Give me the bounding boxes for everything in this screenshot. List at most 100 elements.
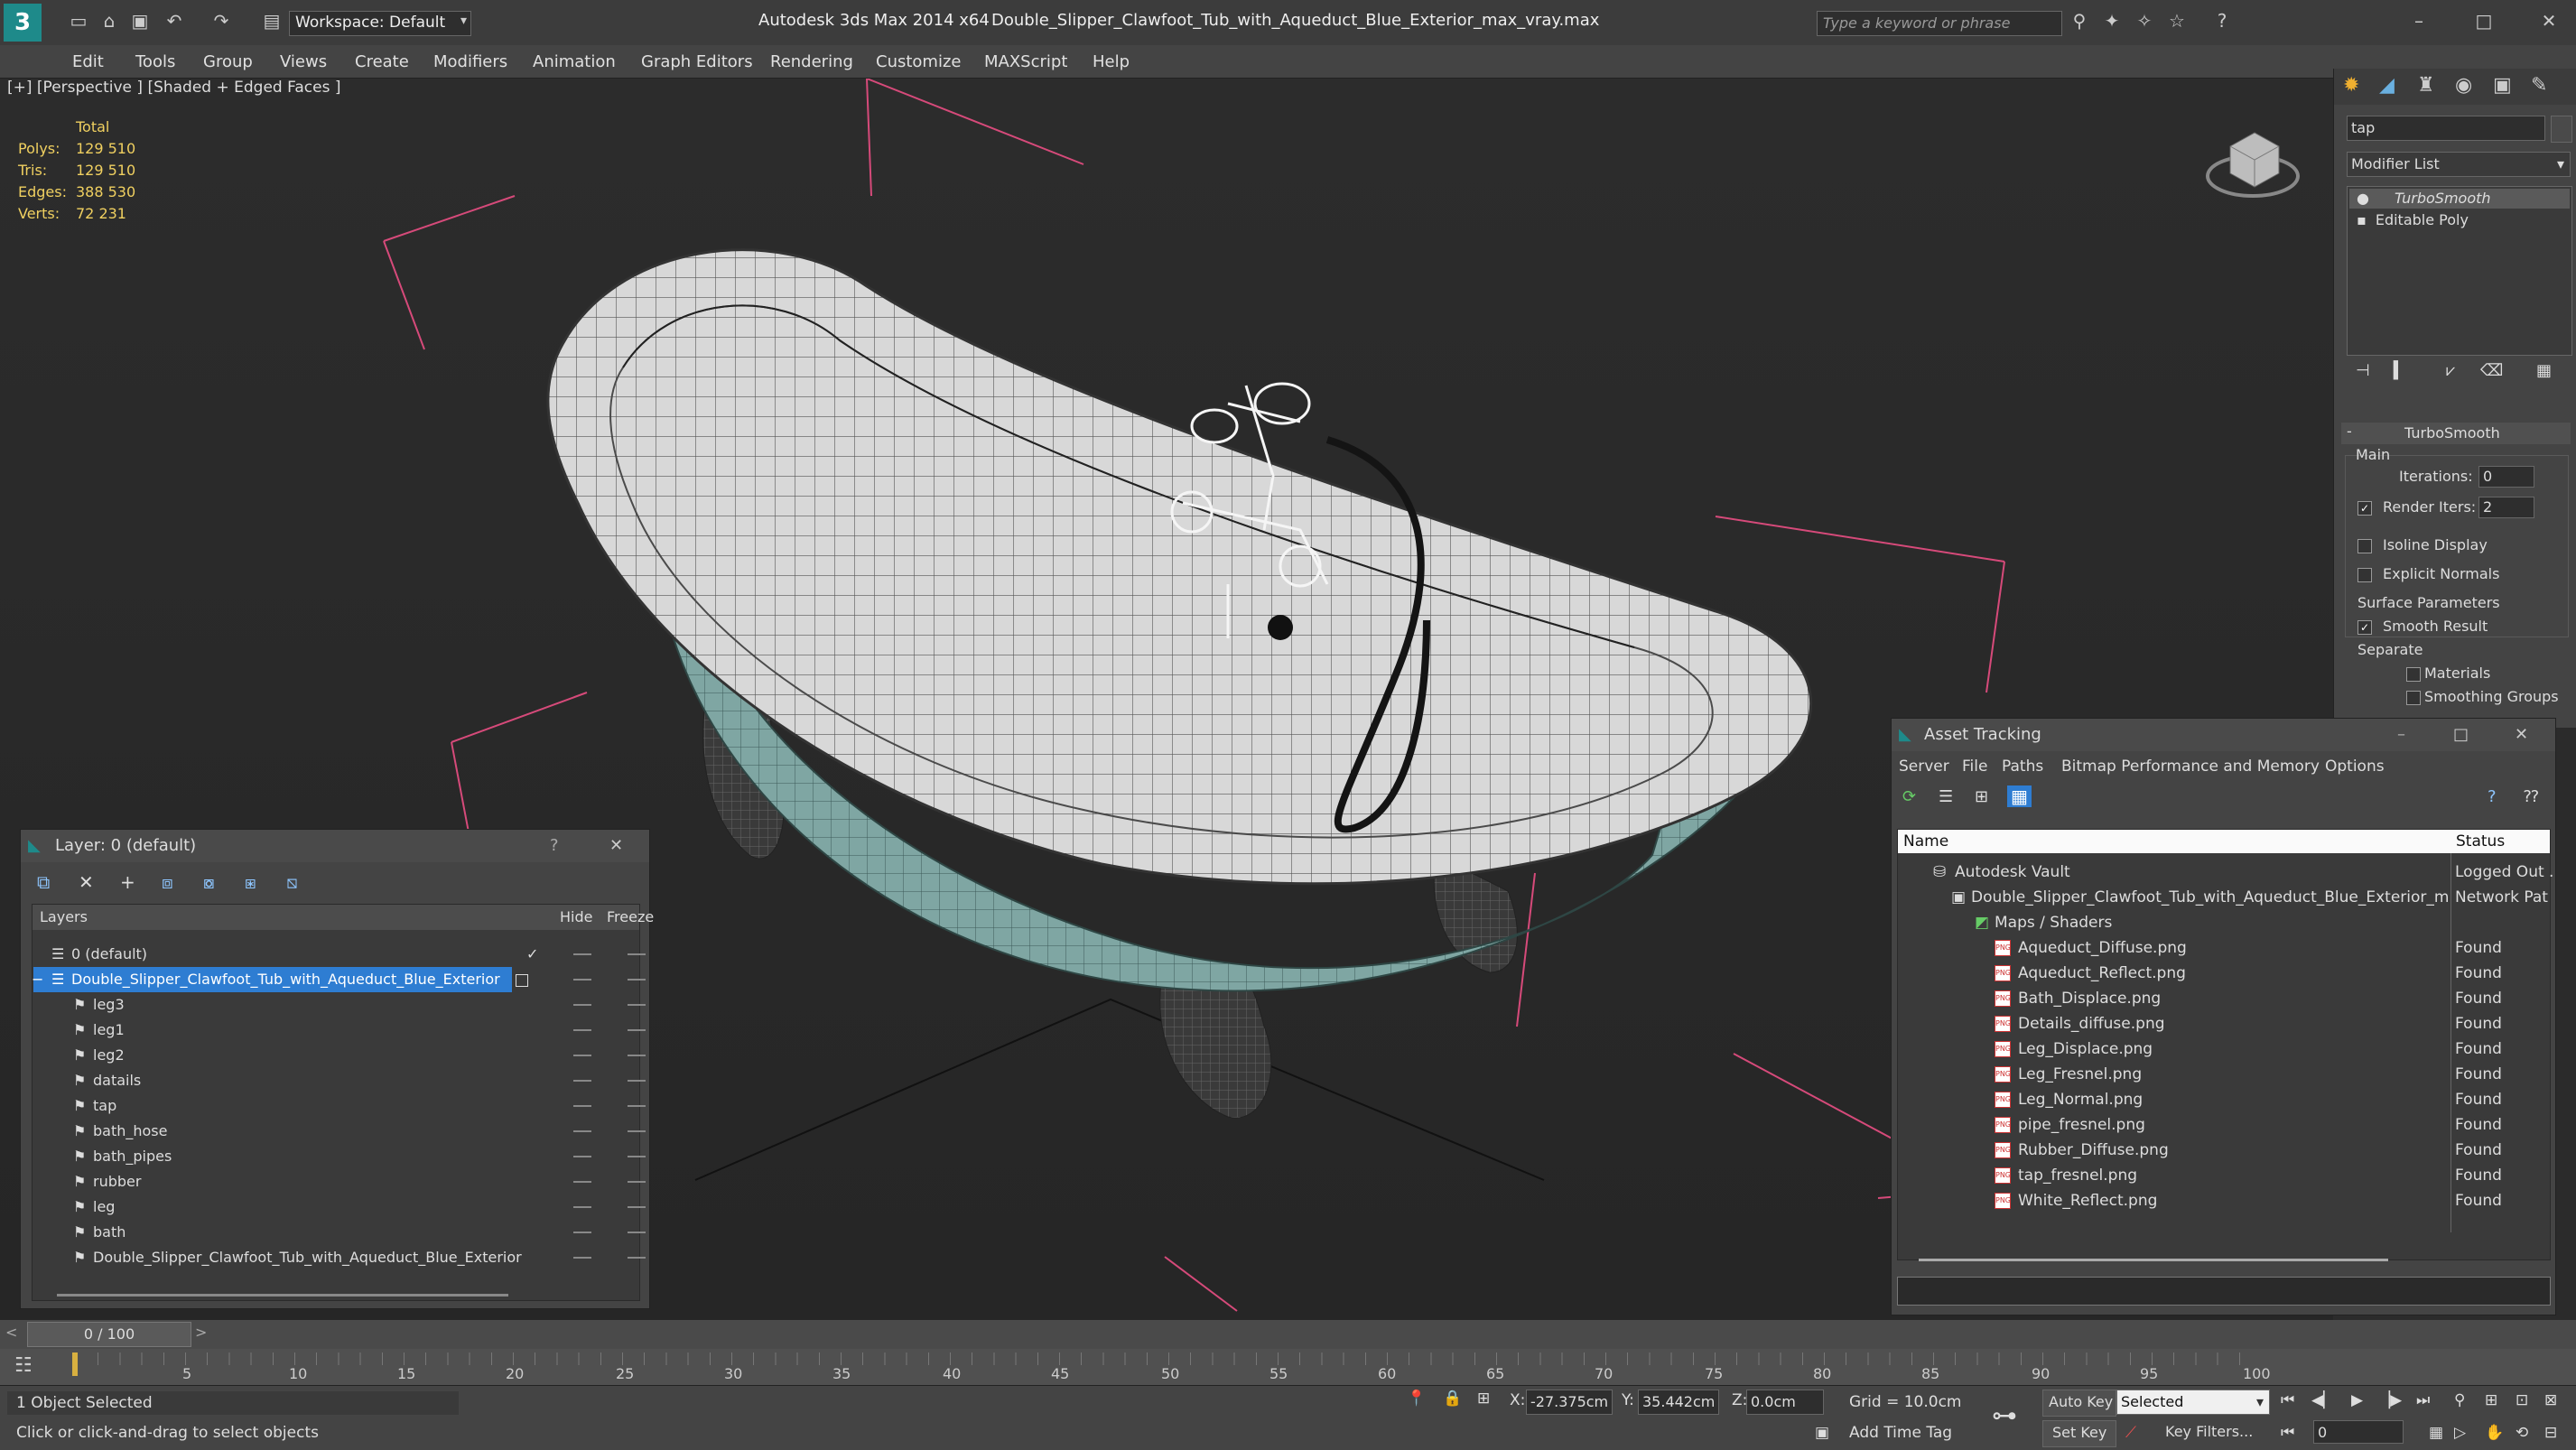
help-icon[interactable]: ?	[2210, 9, 2234, 33]
selection-lock-icon[interactable]: 🔒	[1443, 1390, 1462, 1408]
object-row[interactable]: ⚑ rubber	[32, 1169, 646, 1194]
asset-row-map[interactable]: PNG Leg_Fresnel.png Found	[1897, 1062, 2549, 1087]
layer-dialog-titlebar[interactable]: ◣ Layer: 0 (default) ? ✕	[21, 830, 649, 862]
motion-tab-icon[interactable]: ◉	[2455, 74, 2472, 97]
menu-views[interactable]: Views	[280, 52, 327, 71]
auto-key-button[interactable]: Auto Key	[2042, 1390, 2116, 1417]
go-to-end-icon[interactable]: ⏭	[2416, 1391, 2430, 1409]
menu-edit[interactable]: Edit	[72, 52, 104, 71]
asset-row-map[interactable]: PNG Leg_Normal.png Found	[1897, 1087, 2549, 1112]
freeze-toggle[interactable]	[628, 979, 646, 981]
search-input[interactable]: Type a keyword or phrase	[1817, 11, 2062, 36]
table-view-icon[interactable]: ▦	[2007, 785, 2032, 807]
curve-editor-icon[interactable]: ☷	[14, 1354, 33, 1377]
render-iters-checkbox[interactable]: ✓	[2357, 498, 2379, 516]
time-slider-next-icon[interactable]: >	[195, 1324, 207, 1341]
key-mode-icon[interactable]: ⏮	[2281, 1424, 2294, 1442]
isolate-selection-icon[interactable]: 📍	[1407, 1390, 1426, 1408]
binoculars-icon[interactable]: ⚲	[2068, 9, 2091, 33]
object-row[interactable]: ⚑ bath	[32, 1220, 646, 1245]
iterations-spinner[interactable]: 0	[2478, 466, 2534, 488]
asset-row-map[interactable]: PNG Leg_Displace.png Found	[1897, 1036, 2549, 1062]
redo-icon[interactable]: ↷	[209, 9, 233, 33]
configure-sets-icon[interactable]: ▦	[2536, 361, 2552, 380]
create-layer-icon[interactable]: ⧉	[37, 871, 50, 893]
hide-toggle[interactable]	[573, 1004, 591, 1006]
menu-bitmap-performance[interactable]: Bitmap Performance and Memory	[2061, 753, 2320, 780]
object-name-field[interactable]: tap	[2347, 116, 2545, 141]
maximize-icon[interactable]: □	[2472, 9, 2496, 33]
show-end-result-icon[interactable]: ▍	[2394, 361, 2406, 380]
add-to-layer-icon[interactable]: +	[120, 871, 135, 893]
close-icon[interactable]: ✕	[2537, 9, 2561, 33]
freeze-toggle[interactable]	[628, 1055, 646, 1056]
object-row[interactable]: ⚑ leg1	[32, 1018, 646, 1043]
x-coordinate-field[interactable]: -27.375cm	[1526, 1390, 1613, 1415]
hide-toggle[interactable]	[573, 953, 591, 955]
zoom-extents-all-icon[interactable]: ⊠	[2544, 1391, 2557, 1409]
hide-toggle[interactable]	[573, 1105, 591, 1107]
asset-row-map[interactable]: PNG pipe_fresnel.png Found	[1897, 1112, 2549, 1138]
hide-toggle[interactable]	[573, 1257, 591, 1259]
current-frame-field[interactable]: 0	[2313, 1420, 2404, 1444]
object-row[interactable]: ⚑ leg	[32, 1194, 646, 1220]
col-layers-header[interactable]: Layers	[40, 905, 88, 930]
menu-options[interactable]: Options	[2325, 753, 2385, 780]
orbit-icon[interactable]: ⟲	[2516, 1424, 2528, 1442]
hide-all-icon[interactable]: ⧆	[245, 871, 256, 893]
default-tangent-icon[interactable]: ⟋	[2125, 1424, 2136, 1442]
object-row[interactable]: ⚑ datails	[32, 1068, 646, 1093]
key-selection-dropdown[interactable]: Selected ▾	[2116, 1390, 2270, 1415]
hide-toggle[interactable]	[573, 1206, 591, 1208]
hide-toggle[interactable]	[573, 1232, 591, 1233]
set-key-icon[interactable]: ⊶	[1992, 1400, 2017, 1430]
asset-row-map[interactable]: PNG White_Reflect.png Found	[1897, 1188, 2549, 1213]
freeze-toggle[interactable]	[628, 953, 646, 955]
project-folder-icon[interactable]: ▤	[260, 9, 284, 33]
col-hide-header[interactable]: Hide	[560, 905, 592, 930]
asset-row-map[interactable]: PNG tap_fresnel.png Found	[1897, 1163, 2549, 1188]
workspace-dropdown[interactable]: Workspace: Default ▾	[289, 11, 471, 36]
menu-animation[interactable]: Animation	[533, 52, 616, 71]
freeze-toggle[interactable]	[628, 1004, 646, 1006]
freeze-toggle[interactable]	[628, 1206, 646, 1208]
hierarchy-tab-icon[interactable]: ♜	[2417, 74, 2435, 97]
freeze-toggle[interactable]	[628, 1105, 646, 1107]
active-layer-check-icon[interactable]: ✓	[526, 942, 538, 967]
expand-icon[interactable]: ▪	[2357, 211, 2367, 228]
minimize-icon[interactable]: –	[2397, 719, 2405, 751]
time-config-icon[interactable]: ▦	[2429, 1424, 2443, 1442]
isoline-display-checkbox[interactable]	[2357, 536, 2379, 553]
menu-maxscript[interactable]: MAXScript	[984, 52, 1067, 71]
refresh-icon[interactable]: ⟳	[1902, 787, 1916, 806]
smooth-result-checkbox[interactable]: ✓	[2357, 618, 2379, 635]
lightbulb-icon[interactable]: ●	[2357, 190, 2369, 207]
create-tab-icon[interactable]: ✹	[2343, 74, 2359, 97]
time-slider-thumb[interactable]: 0 / 100	[27, 1322, 191, 1347]
menu-help[interactable]: Help	[1093, 52, 1130, 71]
menu-graph-editors[interactable]: Graph Editors	[641, 52, 753, 71]
hide-toggle[interactable]	[573, 1181, 591, 1183]
render-iters-spinner[interactable]: 2	[2478, 497, 2534, 518]
play-icon[interactable]: ▶	[2351, 1391, 2363, 1409]
select-in-layer-icon[interactable]: ⧈	[162, 871, 173, 893]
asset-row-map[interactable]: PNG Details_diffuse.png Found	[1897, 1011, 2549, 1036]
layer-row[interactable]: ☰ 0 (default) ✓	[32, 942, 646, 967]
asset-row-map[interactable]: PNG Rubber_Diffuse.png Found	[1897, 1138, 2549, 1163]
hide-toggle[interactable]	[573, 1055, 591, 1056]
object-color-swatch[interactable]	[2551, 116, 2572, 143]
new-file-icon[interactable]: ▭	[67, 9, 90, 33]
menu-customize[interactable]: Customize	[876, 52, 961, 71]
help-pointer-icon[interactable]: ⁇	[2524, 787, 2539, 806]
add-time-tag-label[interactable]: Add Time Tag	[1849, 1424, 1952, 1442]
highlight-layer-icon[interactable]: ⧇	[203, 871, 215, 893]
time-tag-icon[interactable]: ▣	[1815, 1424, 1829, 1442]
delete-layer-icon[interactable]: ✕	[79, 871, 94, 893]
field-of-view-icon[interactable]: ▷	[2454, 1424, 2466, 1442]
asset-dialog-titlebar[interactable]: ◣ Asset Tracking – □ ✕	[1892, 719, 2555, 751]
freeze-toggle[interactable]	[628, 1080, 646, 1082]
list-view-icon[interactable]: ☰	[1939, 787, 1953, 806]
time-slider[interactable]: < 0 / 100 >	[0, 1320, 2576, 1349]
menu-tools[interactable]: Tools	[135, 52, 175, 71]
layer-dialog-help-button[interactable]: ?	[550, 830, 559, 862]
